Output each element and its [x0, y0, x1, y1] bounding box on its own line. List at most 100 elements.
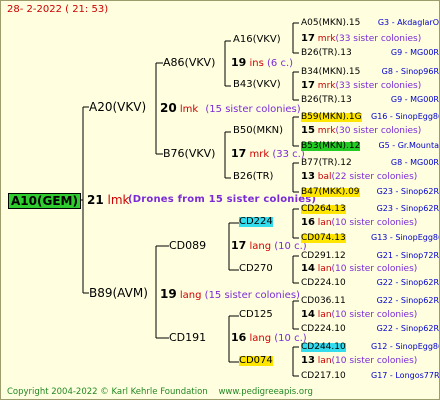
- gen5-origin: G13 - SinopEgg86R: [371, 233, 439, 242]
- gen4-num: 16: [301, 217, 315, 228]
- gen2-num: 19: [160, 287, 177, 301]
- root-loc: lmk: [107, 193, 130, 207]
- gen4-loc: lan: [317, 356, 332, 366]
- root-num: 21: [87, 193, 104, 207]
- gen4-sis: (22 sister colonies): [331, 172, 418, 182]
- gen5-node[interactable]: CD224.10: [301, 279, 346, 288]
- gen4-loc: lan: [317, 264, 332, 274]
- gen3-node-b76[interactable]: B76(VKV): [163, 148, 215, 159]
- gen2-sis: (15 sister colonies): [205, 104, 301, 115]
- gen3-info-cd089: 17 lang (10 c.): [231, 240, 307, 252]
- pedigree-page: { "header": { "date": "28- 2-2022 ( 21: …: [0, 0, 440, 400]
- gen2-info-b89: 19 lang (15 sister colonies): [160, 288, 300, 301]
- gen2-loc: lang: [179, 290, 202, 301]
- gen5-node[interactable]: CD036.11: [301, 297, 346, 306]
- gen3-num: 19: [231, 56, 247, 69]
- gen4-num: 14: [301, 309, 315, 320]
- gen2-loc: lmk: [179, 104, 199, 115]
- gen5-origin: G22 - Sinop62R: [376, 296, 439, 305]
- root-drones: (Drones from 15 sister colonies): [128, 194, 317, 205]
- footer: Copyright 2004-2022 © Karl Kehrle Founda…: [7, 388, 313, 397]
- gen4-sis: (30 sister colonies): [335, 126, 422, 136]
- gen4-sis: (33 sister colonies): [335, 81, 422, 91]
- gen5-origin: G23 - Sinop62R: [376, 187, 439, 196]
- gen5-origin: G12 - SinopEgg86R: [371, 342, 439, 351]
- gen3-info-a86: 19 ins (6 c.): [231, 57, 293, 69]
- gen5-origin: G22 - Sinop62R: [376, 278, 439, 287]
- gen4-node-b26[interactable]: B26(TR): [233, 172, 273, 182]
- gen5-origin: G17 - Longos77R: [371, 371, 440, 380]
- gen3-node-cd089[interactable]: CD089: [169, 240, 206, 251]
- gen4-node-cd224[interactable]: CD224: [239, 217, 273, 227]
- gen5-node[interactable]: CD244.10: [301, 343, 346, 352]
- gen5-node[interactable]: CD217.10: [301, 372, 346, 381]
- gen5-node[interactable]: B26(TR).13: [301, 49, 352, 58]
- gen4-node-cd074[interactable]: CD074: [239, 356, 273, 366]
- gen5-origin: G3 - AkdaglarO: [377, 18, 439, 27]
- gen4-num: 14: [301, 263, 315, 274]
- gen2-info-a20: 20 lmk (15 sister colonies): [160, 102, 301, 115]
- gen3-sis: (33 c.): [272, 149, 305, 160]
- gen5-node[interactable]: B26(TR).13: [301, 96, 352, 105]
- gen4-info: 17 mrk(33 sister colonies): [301, 81, 421, 91]
- gen4-node-cd125[interactable]: CD125: [239, 310, 273, 320]
- gen5-node[interactable]: CD291.12: [301, 252, 346, 261]
- gen4-loc: mrk: [317, 126, 336, 136]
- gen4-loc: lan: [317, 218, 332, 228]
- gen3-num: 17: [231, 239, 247, 252]
- footer-link[interactable]: www.pedigreeapis.org: [218, 387, 312, 397]
- gen4-info: 15 mrk(30 sister colonies): [301, 126, 421, 136]
- gen2-node-a20[interactable]: A20(VKV): [89, 101, 146, 113]
- gen2-node-b89[interactable]: B89(AVM): [89, 287, 148, 299]
- gen4-num: 17: [301, 33, 315, 44]
- gen4-node-b43[interactable]: B43(VKV): [233, 80, 281, 90]
- gen5-node[interactable]: CD074.13: [301, 234, 346, 243]
- gen5-origin: G23 - Sinop62R: [376, 204, 439, 213]
- gen4-loc: mrk: [317, 81, 336, 91]
- gen4-info: 14 lan(10 sister colonies): [301, 310, 417, 320]
- gen4-info: 13 bal(22 sister colonies): [301, 172, 417, 182]
- gen5-origin: G22 - Sinop62R: [376, 324, 439, 333]
- gen4-info: 13 lan(10 sister colonies): [301, 356, 417, 366]
- gen5-node[interactable]: B77(TR).12: [301, 159, 352, 168]
- gen3-info-cd191: 16 lang (10 c.): [231, 332, 307, 344]
- gen5-origin: G8 - MG00R: [390, 158, 439, 167]
- gen2-num: 20: [160, 101, 177, 115]
- gen4-num: 13: [301, 355, 315, 366]
- gen3-sis: (6 c.): [267, 58, 294, 69]
- gen5-node[interactable]: CD264.13: [301, 205, 346, 214]
- root-queen[interactable]: A10(GEM): [8, 193, 81, 209]
- gen4-num: 15: [301, 125, 315, 136]
- gen4-node-cd270[interactable]: CD270: [239, 264, 273, 274]
- gen4-num: 13: [301, 171, 315, 182]
- gen5-node[interactable]: B34(MKN).15: [301, 68, 360, 77]
- gen5-origin: G21 - Sinop72R: [376, 251, 439, 260]
- gen5-origin: G16 - SinopEgg86R: [371, 112, 439, 121]
- gen3-num: 17: [231, 147, 247, 160]
- gen4-sis: (10 sister colonies): [331, 264, 418, 274]
- gen5-origin: G8 - Sinop96R: [381, 67, 439, 76]
- copyright-text: Copyright 2004-2022 © Karl Kehrle Founda…: [7, 387, 208, 397]
- gen4-loc: lan: [317, 310, 332, 320]
- gen3-num: 16: [231, 331, 247, 344]
- gen4-node-a16[interactable]: A16(VKV): [233, 35, 281, 45]
- gen3-loc: mrk: [249, 149, 270, 160]
- gen4-info: 16 lan(10 sister colonies): [301, 218, 417, 228]
- gen4-num: 17: [301, 80, 315, 91]
- gen3-loc: ins: [249, 58, 264, 69]
- gen4-node-b50[interactable]: B50(MKN): [233, 126, 283, 136]
- gen4-sis: (10 sister colonies): [331, 310, 418, 320]
- gen2-sis: (15 sister colonies): [204, 290, 300, 301]
- gen3-loc: lang: [249, 333, 272, 344]
- gen3-node-a86[interactable]: A86(VKV): [163, 57, 215, 68]
- gen5-origin: G9 - MG00R: [390, 48, 439, 57]
- gen5-node[interactable]: CD224.10: [301, 325, 346, 334]
- gen4-sis: (10 sister colonies): [331, 218, 418, 228]
- gen5-node[interactable]: A05(MKN).15: [301, 19, 360, 28]
- gen5-node[interactable]: B53(MKN).12: [301, 142, 361, 151]
- root-info: 21 lmk: [87, 194, 130, 206]
- gen4-loc: bal: [317, 172, 332, 182]
- gen5-node[interactable]: B59(MKN).1G: [301, 113, 362, 122]
- gen3-node-cd191[interactable]: CD191: [169, 332, 206, 343]
- gen5-node[interactable]: B47(MKK).09: [301, 188, 360, 197]
